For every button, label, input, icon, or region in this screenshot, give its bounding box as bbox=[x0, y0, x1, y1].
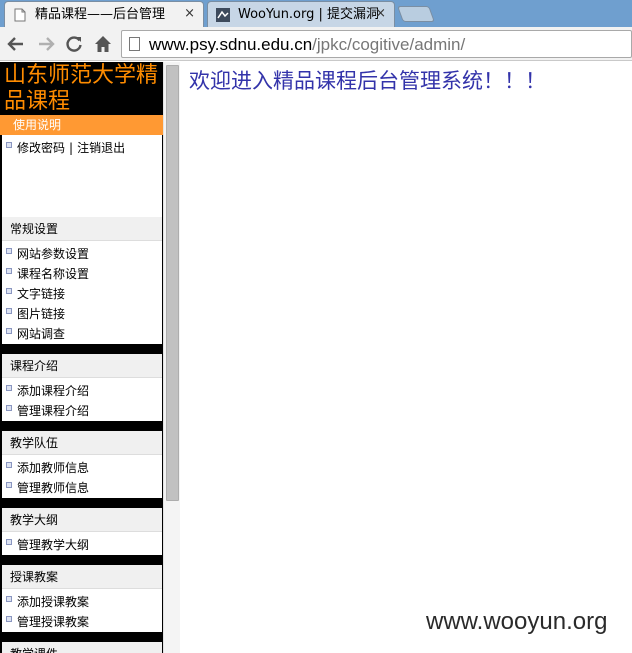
url-text[interactable]: www.psy.sdnu.edu.cn/jpkc/cogitive/admin/ bbox=[149, 35, 465, 55]
page-content: 山东师范大学精品课程 使用说明 修改密码 | 注销退出 常规设置 网站参数设置 课程… bbox=[0, 62, 632, 653]
menu-section-general: 常规设置 网站参数设置 课程名称设置 文字链接 图片链接 网站调查 bbox=[2, 217, 162, 344]
bullet-icon bbox=[6, 308, 12, 314]
new-tab-button[interactable] bbox=[397, 6, 435, 22]
menu-item-label: 文字链接 bbox=[17, 287, 66, 301]
separator: | bbox=[69, 141, 74, 155]
bullet-icon bbox=[6, 248, 12, 254]
close-icon[interactable]: × bbox=[375, 6, 386, 22]
home-icon[interactable] bbox=[93, 34, 113, 54]
bullet-icon bbox=[6, 462, 12, 468]
menu-section-header: 常规设置 bbox=[2, 217, 162, 241]
bullet-icon bbox=[6, 385, 12, 391]
bullet-icon bbox=[6, 616, 12, 622]
forward-arrow-icon[interactable] bbox=[36, 34, 56, 54]
menu-item[interactable]: 添加课程介绍 bbox=[2, 381, 162, 401]
change-password-link[interactable]: 修改密码 bbox=[17, 141, 65, 155]
menu-item[interactable]: 管理教师信息 bbox=[2, 478, 162, 498]
tab-title: WooYun.org | 提交漏洞 bbox=[238, 7, 378, 22]
menu-item[interactable]: 网站调查 bbox=[2, 324, 162, 344]
wooyun-logo-icon bbox=[216, 8, 230, 22]
menu-item-label: 添加教师信息 bbox=[17, 461, 90, 475]
watermark: www.wooyun.org bbox=[426, 608, 608, 635]
menu-item-label: 添加课程介绍 bbox=[17, 384, 90, 398]
bullet-icon bbox=[6, 539, 12, 545]
menu-section-header: 教学大纲 bbox=[2, 508, 162, 532]
menu-item[interactable]: 网站参数设置 bbox=[2, 244, 162, 264]
welcome-message: 欢迎进入精品课程后台管理系统！！！ bbox=[189, 69, 546, 93]
logout-link[interactable]: 注销退出 bbox=[77, 141, 125, 155]
menu-item-label: 图片链接 bbox=[17, 307, 66, 321]
page-icon bbox=[129, 37, 140, 51]
tab-title: 精品课程——后台管理 bbox=[35, 7, 166, 22]
bullet-icon bbox=[6, 288, 12, 294]
menu-item[interactable]: 文字链接 bbox=[2, 284, 162, 304]
close-icon[interactable]: × bbox=[184, 6, 195, 22]
bullet-icon bbox=[6, 596, 12, 602]
tab-admin[interactable]: 精品课程——后台管理 × bbox=[4, 1, 204, 27]
menu-item-label: 网站调查 bbox=[17, 327, 66, 341]
bullet-icon bbox=[6, 142, 12, 148]
account-links: 修改密码 | 注销退出 bbox=[2, 138, 162, 158]
menu-item-label: 管理课程介绍 bbox=[17, 404, 90, 418]
menu-section-header: 授课教案 bbox=[2, 565, 162, 589]
menu-item-label: 添加授课教案 bbox=[17, 595, 90, 609]
reload-icon[interactable] bbox=[64, 34, 84, 54]
admin-sidebar: 山东师范大学精品课程 使用说明 修改密码 | 注销退出 常规设置 网站参数设置 课程… bbox=[0, 62, 163, 653]
menu-item[interactable]: 管理教学大纲 bbox=[2, 535, 162, 555]
sidebar-scrollbar[interactable] bbox=[163, 62, 180, 653]
url-path: /jpkc/cogitive/admin/ bbox=[312, 35, 466, 54]
scrollbar-thumb[interactable] bbox=[166, 65, 179, 501]
back-arrow-icon[interactable] bbox=[6, 34, 26, 54]
address-bar[interactable]: www.psy.sdnu.edu.cn/jpkc/cogitive/admin/ bbox=[121, 30, 632, 58]
menu-item[interactable]: 管理授课教案 bbox=[2, 612, 162, 632]
menu-section-header: 教学队伍 bbox=[2, 431, 162, 455]
menu-item-label: 网站参数设置 bbox=[17, 247, 90, 261]
usage-instructions[interactable]: 使用说明 bbox=[0, 115, 163, 135]
bullet-icon bbox=[6, 268, 12, 274]
url-host: www.psy.sdnu.edu.cn bbox=[149, 35, 313, 54]
page-icon bbox=[14, 8, 26, 22]
menu-item[interactable]: 添加教师信息 bbox=[2, 458, 162, 478]
menu-section-courseware: 教学课件 bbox=[2, 642, 162, 653]
bullet-icon bbox=[6, 482, 12, 488]
menu-item-label: 课程名称设置 bbox=[17, 267, 90, 281]
menu-section-syllabus: 教学大纲 管理教学大纲 bbox=[2, 508, 162, 555]
menu-section-teaching-team: 教学队伍 添加教师信息 管理教师信息 bbox=[2, 431, 162, 498]
bullet-icon bbox=[6, 405, 12, 411]
menu-item-label: 管理教师信息 bbox=[17, 481, 90, 495]
menu-item[interactable]: 添加授课教案 bbox=[2, 592, 162, 612]
menu-item[interactable]: 图片链接 bbox=[2, 304, 162, 324]
bullet-icon bbox=[6, 328, 12, 334]
tab-strip: 精品课程——后台管理 × WooYun.org | 提交漏洞 × bbox=[0, 0, 632, 27]
menu-item-label: 管理教学大纲 bbox=[17, 538, 90, 552]
menu-section-header: 课程介绍 bbox=[2, 354, 162, 378]
menu-section-header: 教学课件 bbox=[2, 642, 162, 653]
menu-item[interactable]: 课程名称设置 bbox=[2, 264, 162, 284]
menu-item-label: 管理授课教案 bbox=[17, 615, 90, 629]
site-title: 山东师范大学精品课程 bbox=[4, 63, 159, 114]
tab-wooyun[interactable]: WooYun.org | 提交漏洞 × bbox=[207, 1, 395, 27]
menu-section-course-intro: 课程介绍 添加课程介绍 管理课程介绍 bbox=[2, 354, 162, 421]
browser-toolbar: www.psy.sdnu.edu.cn/jpkc/cogitive/admin/ bbox=[0, 27, 632, 61]
menu-section-lesson-plans: 授课教案 添加授课教案 管理授课教案 bbox=[2, 565, 162, 632]
menu-item[interactable]: 管理课程介绍 bbox=[2, 401, 162, 421]
